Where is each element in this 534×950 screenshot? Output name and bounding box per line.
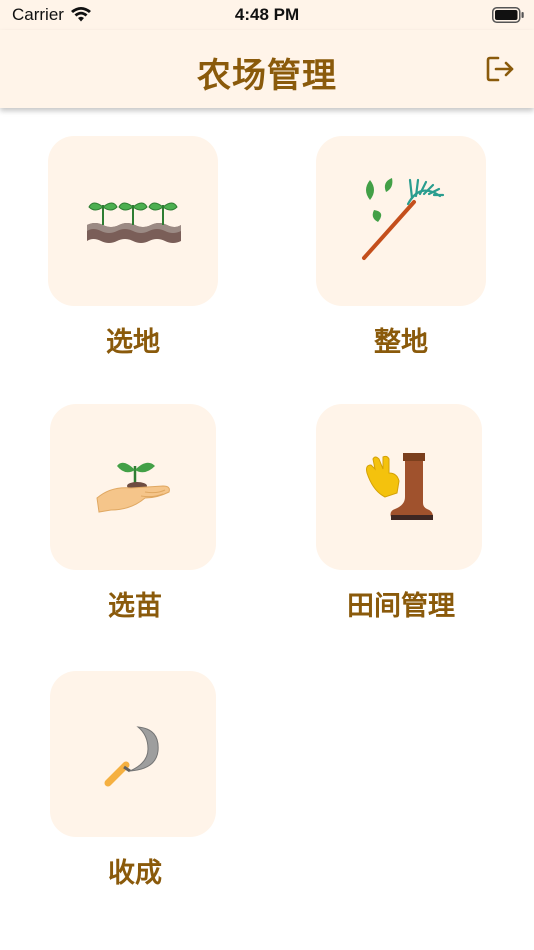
- menu-item-field-management[interactable]: 田间管理: [316, 404, 486, 623]
- seedlings-soil-icon: [87, 202, 181, 243]
- menu-item-select-land[interactable]: 选地: [48, 136, 218, 359]
- rake-leaves-icon: [362, 178, 445, 260]
- status-bar: Carrier 4:48 PM: [0, 0, 534, 30]
- logout-icon: [486, 56, 514, 82]
- menu-item-label: 选苗: [108, 591, 162, 622]
- hand-sprout-icon: [96, 462, 170, 513]
- menu-item-label: 整地: [374, 327, 428, 358]
- tile-card: [50, 671, 216, 837]
- page-title: 农场管理: [197, 56, 337, 96]
- sickle-icon: [104, 726, 159, 787]
- tile-card: [316, 404, 482, 570]
- menu-item-harvest[interactable]: 收成: [50, 671, 220, 890]
- glove-boot-icon: [366, 453, 433, 520]
- nav-bar: 农场管理: [0, 30, 534, 108]
- menu-item-prepare-land[interactable]: 整地: [316, 136, 486, 359]
- battery-full-icon: [492, 7, 524, 23]
- menu-item-label: 选地: [106, 327, 160, 358]
- tile-card: [316, 136, 486, 306]
- logout-button[interactable]: [484, 52, 516, 86]
- menu-item-label: 田间管理: [347, 591, 455, 622]
- farm-management-screen: Carrier 4:48 PM 农场管理 选地 整地 选苗 田间管理 收成: [0, 0, 534, 950]
- menu-item-select-seedling[interactable]: 选苗: [50, 404, 220, 623]
- tile-card: [48, 136, 218, 306]
- menu-item-label: 收成: [108, 858, 162, 889]
- status-time: 4:48 PM: [234, 5, 300, 24]
- tile-card: [50, 404, 216, 570]
